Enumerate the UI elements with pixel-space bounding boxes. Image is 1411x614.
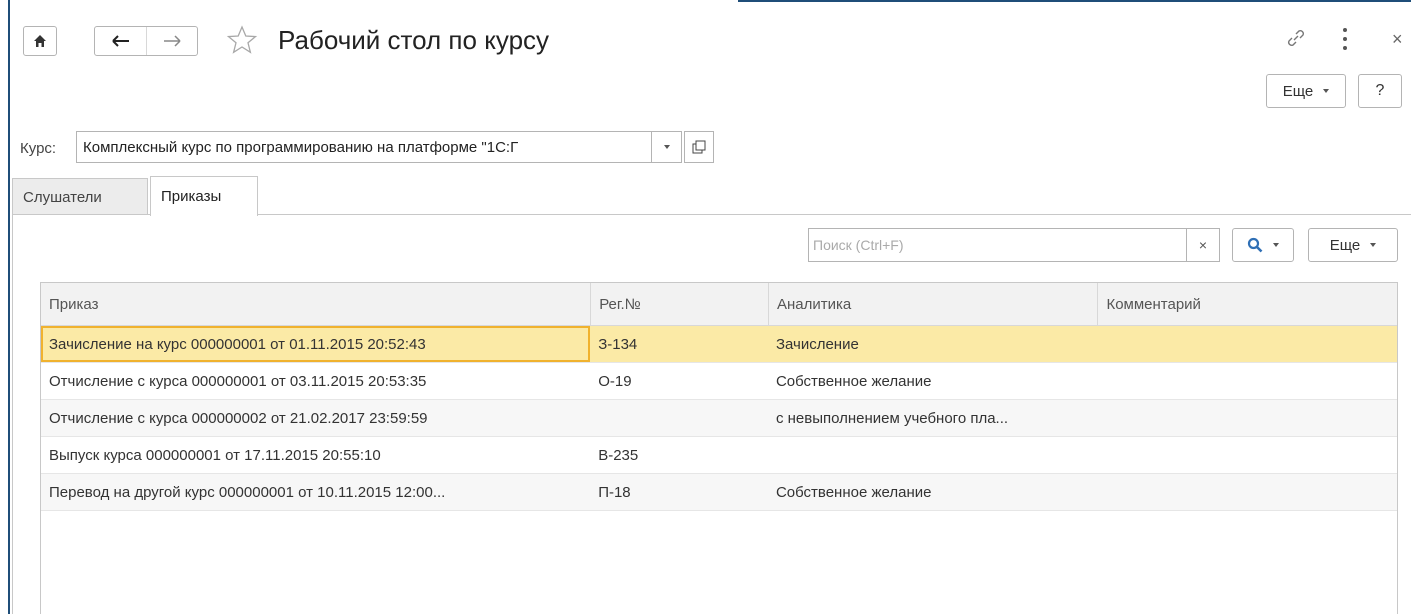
home-button[interactable]	[23, 26, 57, 56]
search-clear-button[interactable]: ×	[1186, 228, 1220, 262]
open-form-icon	[692, 140, 706, 154]
table-cell: Зачисление на курс 000000001 от 01.11.20…	[41, 326, 591, 362]
tab-orders[interactable]: Приказы	[150, 176, 258, 216]
table-cell	[1097, 474, 1397, 510]
table-row[interactable]: Перевод на другой курс 000000001 от 10.1…	[41, 474, 1397, 511]
table-cell	[590, 400, 768, 436]
table-cell	[1097, 400, 1397, 436]
close-icon[interactable]: ×	[1392, 30, 1403, 48]
chevron-down-icon	[1370, 243, 1377, 247]
search-button[interactable]	[1232, 228, 1294, 262]
table-cell: П-18	[598, 483, 631, 501]
chevron-down-icon	[1273, 243, 1279, 247]
table-cell	[768, 437, 1098, 473]
table-cell: Зачисление	[775, 335, 859, 353]
table-cell: Отчисление с курса 000000001 от 03.11.20…	[49, 372, 427, 390]
table-cell: Собственное желание	[775, 372, 932, 390]
arrow-right-icon	[164, 35, 181, 47]
window-frame-left	[0, 0, 10, 614]
page-title: Рабочий стол по курсу	[278, 25, 550, 55]
column-header-reg-number[interactable]: Рег.№	[590, 283, 768, 325]
table-cell: В-235	[598, 446, 639, 464]
form-window: Рабочий стол по курсу × Еще ? Курс: Комп…	[12, 2, 1411, 614]
home-icon	[34, 35, 46, 47]
favorite-button[interactable]	[226, 24, 258, 56]
column-header-comment[interactable]: Комментарий	[1097, 283, 1397, 325]
more-button[interactable]: Еще	[1266, 74, 1346, 108]
course-open-button[interactable]	[684, 131, 714, 163]
tab-students[interactable]: Слушатели	[12, 178, 148, 215]
chevron-down-icon	[663, 145, 670, 149]
column-header-order[interactable]: Приказ	[41, 283, 590, 325]
table-cell	[1097, 326, 1397, 362]
table-row[interactable]: Выпуск курса 000000001 от 17.11.2015 20:…	[41, 437, 1397, 474]
column-header-analytics[interactable]: Аналитика	[767, 283, 1098, 325]
table-row[interactable]: Зачисление на курс 000000001 от 01.11.20…	[41, 326, 1397, 363]
table-cell: О-19	[598, 372, 632, 390]
table-row[interactable]: Отчисление с курса 000000001 от 03.11.20…	[41, 363, 1397, 400]
course-input[interactable]: Комплексный курс по программированию на …	[76, 131, 652, 163]
table-cell: Выпуск курса 000000001 от 17.11.2015 20:…	[49, 446, 381, 464]
forward-button[interactable]	[146, 27, 197, 55]
orders-table: Приказ Рег.№ Аналитика Комментарий Зачис…	[40, 282, 1398, 614]
table-cell: с невыполнением учебного пла...	[775, 409, 1009, 427]
link-icon	[1288, 30, 1304, 46]
search-input[interactable]: Поиск (Ctrl+F)	[808, 228, 1186, 262]
course-label: Курс:	[20, 140, 57, 157]
table-cell	[1097, 363, 1397, 399]
search-icon	[1247, 237, 1263, 253]
table-cell: З-134	[598, 335, 638, 353]
table-row[interactable]: Отчисление с курса 000000002 от 21.02.20…	[41, 400, 1397, 437]
table-cell: Собственное желание	[775, 483, 932, 501]
navigation-group	[94, 26, 198, 56]
table-cell: Отчисление с курса 000000002 от 21.02.20…	[49, 409, 428, 427]
course-dropdown-button[interactable]	[652, 131, 682, 163]
arrow-left-icon	[111, 35, 129, 47]
table-cell: Перевод на другой курс 000000001 от 10.1…	[49, 483, 446, 501]
link-button[interactable]	[1284, 26, 1308, 50]
back-button[interactable]	[95, 27, 146, 55]
table-header: Приказ Рег.№ Аналитика Комментарий	[41, 283, 1397, 326]
list-more-label: Еще	[1329, 236, 1361, 254]
more-button-label: Еще	[1282, 82, 1314, 100]
kebab-icon[interactable]	[1342, 28, 1348, 50]
help-button[interactable]: ?	[1358, 74, 1402, 108]
list-more-button[interactable]: Еще	[1308, 228, 1398, 262]
star-icon	[226, 25, 258, 54]
chevron-down-icon	[1323, 89, 1330, 93]
table-cell	[1097, 437, 1397, 473]
